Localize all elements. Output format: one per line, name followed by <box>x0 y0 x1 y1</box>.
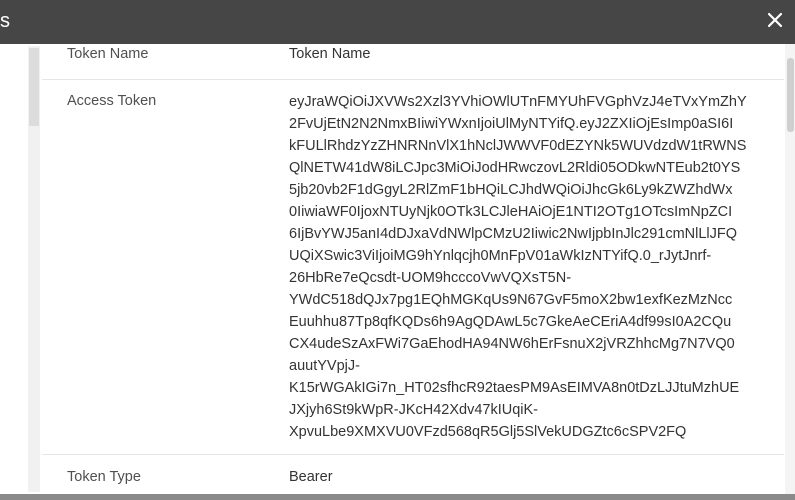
token-type-label: Token Type <box>67 469 141 485</box>
dialog-bottom-edge <box>0 494 795 500</box>
access-token-line: UQiXSwic3ViIjoiMG9hYnlqcjh0MnFpV01aWkIzN… <box>289 248 712 264</box>
access-token-line: CX4udeSzAxFWi7GaEhodHA94NW6hErFsnuX2jVRZ… <box>289 336 735 352</box>
access-token-line: eyJraWQiOiJXVWs2Xzl3YVhiOWlUTnFMYUhFVGph… <box>289 94 747 110</box>
access-token-line: kFULlRhdzYzZHNRNnVlX1hNclJWWVF0dEZYNk5WU… <box>289 138 747 154</box>
close-icon <box>767 12 783 28</box>
token-type-value: Bearer <box>289 469 333 485</box>
close-button[interactable] <box>761 6 789 34</box>
access-token-line: QlNETW41dW8iLCJpc3MiOiJodHRwczovL2Rldi05… <box>289 160 741 176</box>
access-token-line: XpvuLbe9XMXVU0VFzd568qR5Glj5SlVekUDGZtc6… <box>289 424 687 440</box>
dialog-titlebar: s <box>0 0 795 44</box>
left-panel-edge <box>0 44 22 494</box>
dialog-body: Token Name Token Name Access Token eyJra… <box>0 44 795 494</box>
dialog-title: s <box>0 10 10 32</box>
access-token-line: 0IiwiaWF0IjoxNTUyNjk0OTk3LCJleHAiOjE1NTI… <box>289 204 733 220</box>
left-scrollbar-thumb[interactable] <box>29 48 39 126</box>
access-token-label: Access Token <box>67 93 157 109</box>
access-token-line: auutYVpjJ- <box>289 358 360 374</box>
access-token-line: K15rWGAkIGi7n_HT02sfhcR92taesPM9AsEIMVA8… <box>289 380 740 396</box>
access-token-line: 5jb20vb2F1dGgyL2RlZmF1bHQiLCJhdWQiOiJhcG… <box>289 182 733 198</box>
access-token-line: 2FvUjEtN2N2NmxBIiwiYWxnIjoiUlMyNTYifQ.ey… <box>289 116 734 132</box>
right-scrollbar-thumb[interactable] <box>787 58 794 132</box>
access-token-value[interactable]: eyJraWQiOiJXVWs2Xzl3YVhiOWlUTnFMYUhFVGph… <box>289 91 759 443</box>
token-type-row: Token Type Bearer <box>42 455 784 494</box>
access-token-line: 6IjBvYWJ5anI4dDJxaVdNWlpCMzU2Iiwic2NwIjp… <box>289 226 738 242</box>
access-token-line: Euuhhu87Tp8qfKQDs6h9AgQDAwL5c7GkeAeCEriA… <box>289 314 732 330</box>
token-name-label: Token Name <box>67 46 149 62</box>
token-name-value: Token Name <box>289 46 371 62</box>
access-token-line: YWdC518dQJx7pg1EQhMGKqUs9N67GvF5moX2bw1e… <box>289 292 733 308</box>
token-details-table: Token Name Token Name Access Token eyJra… <box>42 44 784 494</box>
access-token-line: 26HbRe7eQcsdt-UOM9hcccoVwVQXsT5N- <box>289 270 572 286</box>
token-name-row: Token Name Token Name <box>42 44 784 80</box>
access-token-line: JXjyh6St9kWpR-JKcH42Xdv47kIUqiK- <box>289 402 539 418</box>
